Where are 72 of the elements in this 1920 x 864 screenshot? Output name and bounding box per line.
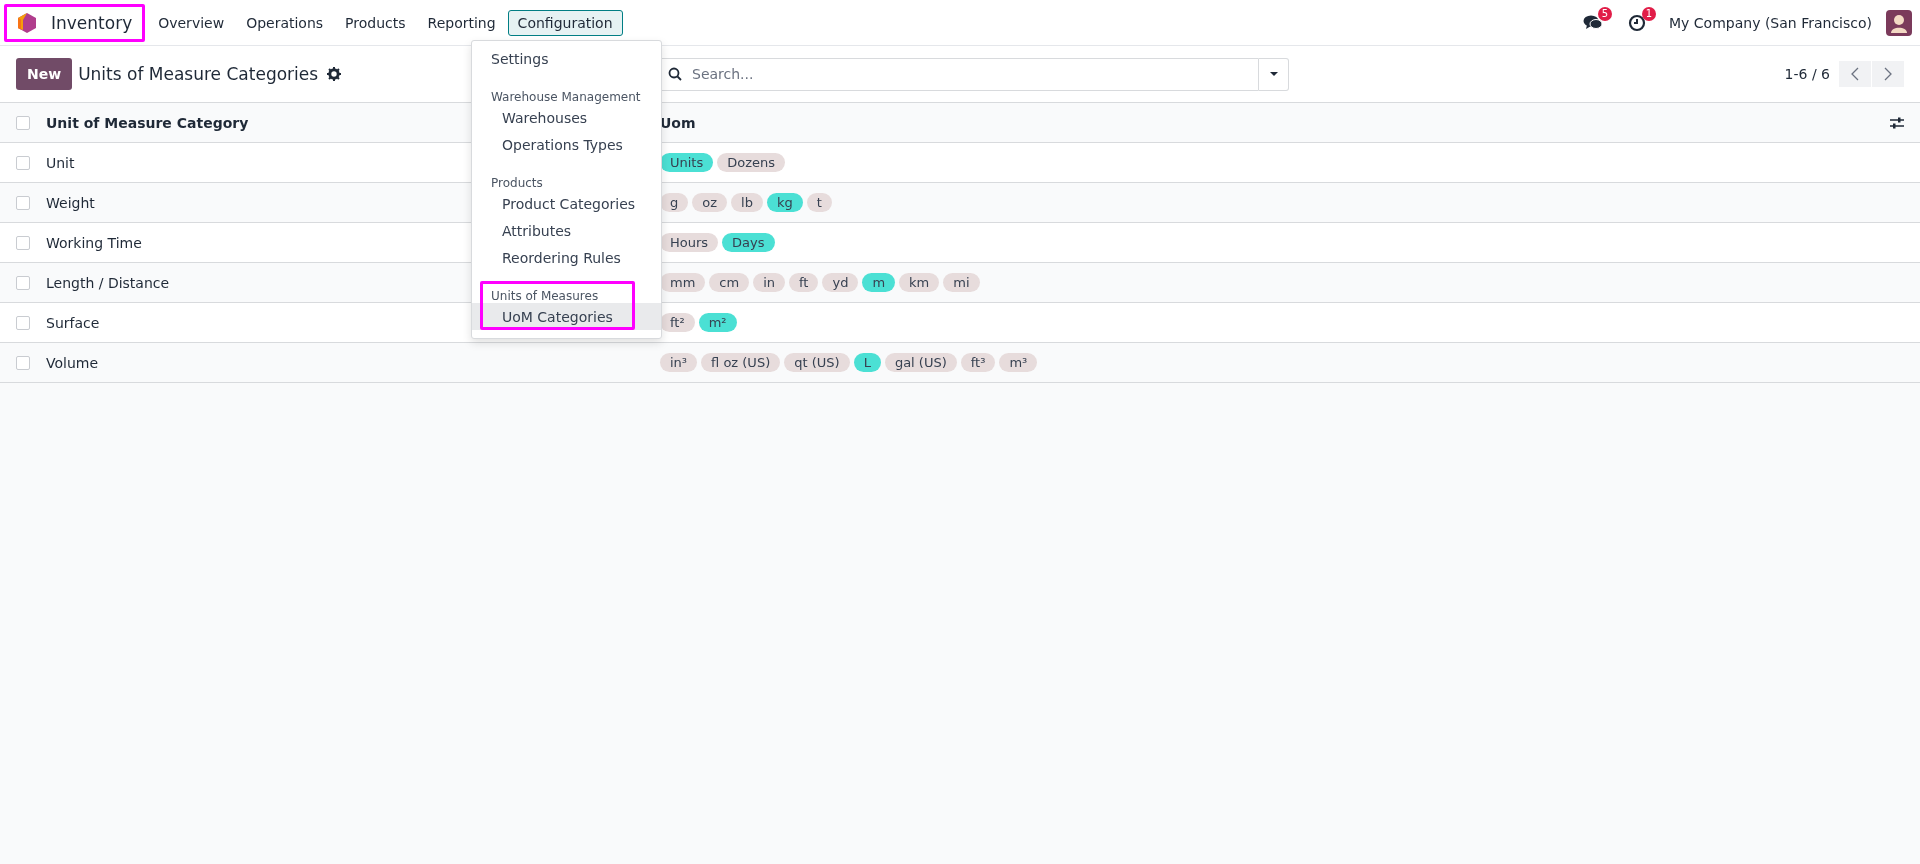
uom-tag: qt (US) [784, 353, 850, 372]
uom-tag: cm [709, 273, 750, 292]
column-header[interactable]: Unit of Measure Category [46, 115, 249, 131]
row-checkbox[interactable] [16, 235, 30, 250]
column-header[interactable]: Uom [660, 114, 696, 131]
table-cell: Working Time [46, 235, 142, 251]
uom-tag: fl oz (US) [701, 353, 781, 372]
uom-tag: mi [943, 273, 980, 292]
menu-tab[interactable]: Operations [236, 9, 334, 36]
activity-count-badge: 1 [1642, 6, 1657, 21]
new-button[interactable]: New [16, 58, 73, 90]
next-page-button[interactable] [1872, 61, 1904, 87]
sliders-icon[interactable] [1890, 116, 1904, 129]
search-icon [668, 67, 682, 81]
pager-value[interactable]: 1-6 / 6 [1784, 66, 1830, 82]
uom-tag: ft² [660, 313, 695, 332]
menu-item[interactable]: Product Categories [472, 190, 661, 217]
table-cell: Volume [46, 355, 99, 371]
menu-item[interactable]: Reordering Rules [472, 244, 661, 271]
previous-page-button[interactable] [1839, 61, 1871, 87]
menu-section-header: Warehouse Management [490, 89, 642, 104]
company-name[interactable]: My Company (San Francisco) [1669, 14, 1872, 31]
uom-tag: L [853, 353, 881, 372]
uom-tag: yd [822, 273, 859, 292]
uom-tag: ft [789, 273, 819, 292]
table-cell: Unit [46, 155, 75, 171]
select-all-checkbox[interactable] [16, 115, 30, 130]
menu-tab[interactable]: Reporting [417, 9, 506, 36]
uom-tag: mm [660, 273, 706, 292]
uom-tag: lb [731, 193, 763, 212]
uom-tag: m³ [999, 353, 1038, 372]
menu-item[interactable]: Attributes [472, 217, 661, 244]
row-checkbox[interactable] [16, 155, 30, 170]
uom-tag: kg [766, 193, 803, 212]
uom-tag: m² [698, 313, 737, 332]
row-checkbox[interactable] [16, 315, 30, 330]
search-options-toggle[interactable] [1259, 57, 1289, 91]
menu-tab[interactable]: Configuration [507, 9, 623, 36]
app-name-button[interactable]: Inventory [4, 3, 146, 42]
chevron-left-icon [1851, 67, 1859, 81]
row-checkbox[interactable] [16, 275, 30, 290]
menu-item[interactable]: Operations Types [472, 131, 661, 158]
menu-section-header: Products [490, 175, 544, 190]
uom-tag: m [862, 273, 896, 292]
menu-item[interactable]: Warehouses [472, 104, 661, 131]
uom-tag: t [806, 193, 832, 212]
uom-tag: Days [722, 233, 775, 252]
caret-icon [1268, 71, 1279, 77]
message-count-badge: 5 [1598, 6, 1613, 21]
uom-tag: Hours [660, 233, 719, 252]
chevron-right-icon [1884, 67, 1892, 81]
uom-tag: Dozens [717, 153, 786, 172]
avatar-icon[interactable] [1886, 9, 1912, 36]
table-cell: Length / Distance [46, 275, 170, 291]
page-title: Units of Measure Categories [78, 64, 319, 84]
gear-icon[interactable] [327, 67, 342, 81]
uom-tag: gal (US) [884, 353, 957, 372]
table-cell: Weight [46, 195, 95, 211]
menu-tab[interactable]: Products [335, 9, 416, 36]
uom-tag: oz [692, 193, 728, 212]
uom-tag: in [753, 273, 785, 292]
app-logo-icon [17, 11, 37, 34]
uom-tag: Units [660, 153, 714, 172]
uom-tag: in³ [660, 353, 698, 372]
uom-tag: g [660, 193, 689, 212]
uom-tag: km [899, 273, 940, 292]
menu-tab[interactable]: Overview [148, 9, 235, 36]
row-checkbox[interactable] [16, 195, 30, 210]
uom-tag: ft³ [960, 353, 996, 372]
table-cell: Surface [46, 315, 100, 331]
menu-section-header: Units of Measures [490, 288, 600, 303]
row-checkbox[interactable] [16, 355, 30, 370]
